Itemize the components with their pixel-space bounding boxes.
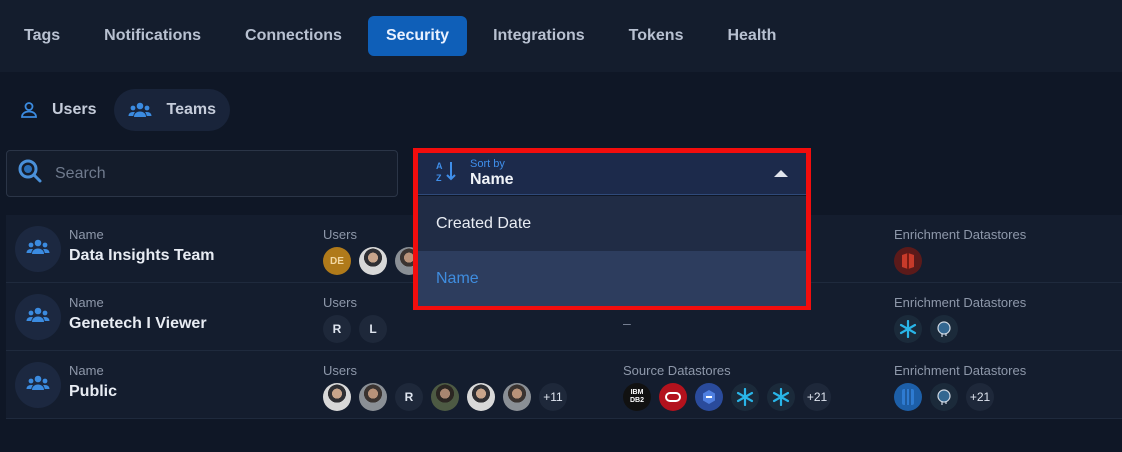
sort-by-label: Sort by [470,157,505,170]
postgres-icon[interactable] [930,383,958,411]
subtab-teams-label: Teams [166,101,216,118]
subtab-users-label: Users [52,101,97,118]
avatar[interactable] [359,383,387,411]
avatar[interactable]: R [323,315,351,343]
name-column-label: Name [69,295,104,310]
sort-menu: Created Date Name [418,196,806,306]
snowflake-icon[interactable] [767,383,795,411]
user-icon [20,101,38,119]
source-datastores-empty: – [623,315,631,331]
subtab-teams[interactable]: Teams [114,89,230,131]
tab-connections[interactable]: Connections [227,16,360,56]
avatar[interactable]: DE [323,247,351,275]
sort-option-created-date[interactable]: Created Date [418,196,806,251]
avatar[interactable] [503,383,531,411]
enrichment-column-label: Enrichment Datastores [894,227,1027,242]
tab-health[interactable]: Health [709,16,794,56]
enrichment-column-label: Enrichment Datastores [894,363,1027,378]
subtab-users[interactable]: Users [6,89,110,131]
avatar[interactable] [359,247,387,275]
tab-security[interactable]: Security [367,16,468,56]
snowflake-icon[interactable] [894,315,922,343]
team-name: Data Insights Team [69,247,215,264]
oracle-icon[interactable] [659,383,687,411]
red-datastore-icon[interactable] [894,247,922,275]
team-icon [25,306,51,329]
enrichment-column-label: Enrichment Datastores [894,295,1027,310]
team-avatar [15,294,61,340]
team-avatar [15,226,61,272]
sort-by-value: Name [470,170,514,188]
avatar[interactable]: R [395,383,423,411]
sort-alpha-icon: AZ [436,159,458,188]
name-column-label: Name [69,227,104,242]
more-enrichment-count[interactable]: +21 [966,383,994,411]
users-column-label: Users [323,363,357,378]
avatar[interactable]: L [359,315,387,343]
tab-notifications[interactable]: Notifications [86,16,219,56]
postgres-icon[interactable] [930,315,958,343]
team-icon [25,374,51,397]
svg-text:A: A [436,161,443,171]
security-subtabs: Users Teams [6,89,234,131]
more-users-count[interactable]: +11 [539,383,567,411]
team-icon [128,101,152,119]
users-column-label: Users [323,295,357,310]
tab-tokens[interactable]: Tokens [611,16,702,56]
sort-by-select[interactable]: AZ Sort by Name [418,153,806,195]
avatar[interactable] [323,383,351,411]
svg-text:Z: Z [436,173,442,183]
team-icon [25,238,51,261]
table-row[interactable]: Name Public Users R +11 Source Datastore… [6,351,1122,419]
blue-datastore-icon[interactable] [894,383,922,411]
snowflake-icon[interactable] [731,383,759,411]
search-input[interactable] [55,164,355,183]
team-name: Public [69,383,118,400]
team-name: Genetech I Viewer [69,315,207,332]
tab-tags[interactable]: Tags [6,16,78,56]
gcp-icon[interactable] [695,383,723,411]
more-source-count[interactable]: +21 [803,383,831,411]
avatar[interactable] [431,383,459,411]
avatar[interactable] [467,383,495,411]
sort-option-name[interactable]: Name [418,251,806,306]
caret-up-icon[interactable] [774,170,788,177]
search-box [6,150,398,197]
tab-integrations[interactable]: Integrations [475,16,603,56]
name-column-label: Name [69,363,104,378]
ibm-db2-icon[interactable]: IBM DB2 [623,383,651,411]
source-column-label: Source Datastores [623,363,731,378]
settings-tab-bar: Tags Notifications Connections Security … [0,0,1122,72]
search-icon [17,158,43,189]
team-avatar [15,362,61,408]
